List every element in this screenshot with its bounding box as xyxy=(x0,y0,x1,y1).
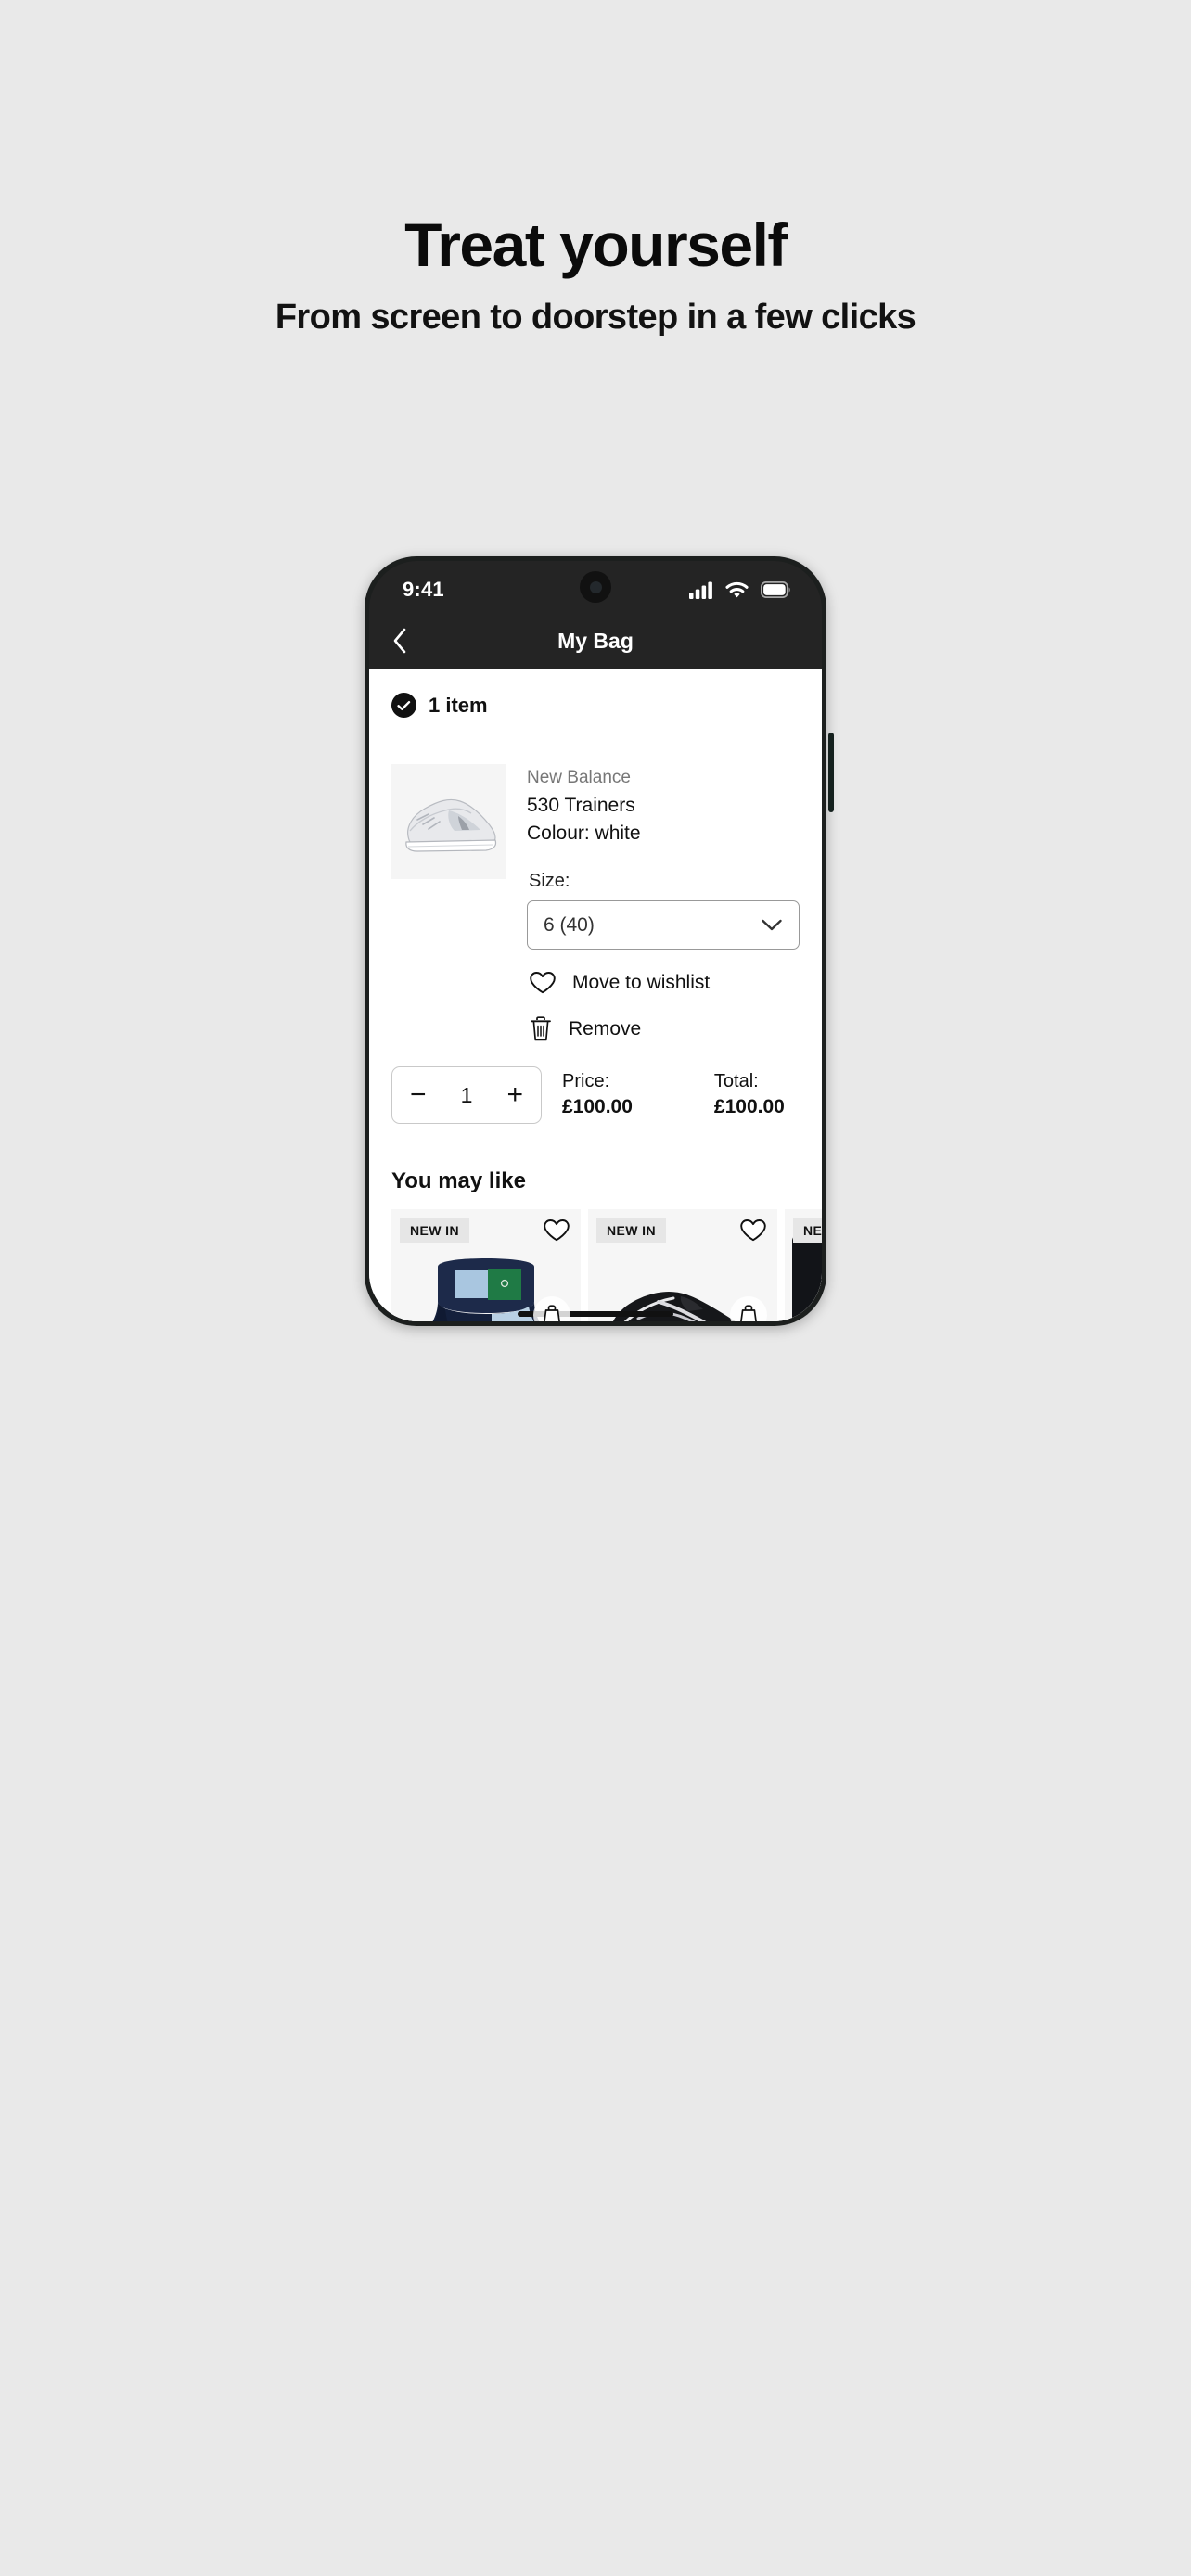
heart-icon xyxy=(544,1219,570,1242)
quantity-price-row: − 1 + Price: £100.00 Total: £100.00 xyxy=(369,1042,822,1146)
page-title: Treat yourself xyxy=(404,210,788,279)
move-to-wishlist-label: Move to wishlist xyxy=(572,972,711,993)
trash-icon xyxy=(531,1016,551,1041)
phone-screen: 9:41 My Bag 1 item New Balance 530 Train… xyxy=(369,561,822,1321)
product-thumbnail[interactable] xyxy=(391,764,506,879)
total-block: Total: £100.00 xyxy=(714,1069,785,1120)
product-colour: Colour: white xyxy=(527,823,641,844)
phone-side-button xyxy=(828,733,834,812)
recommendations-title: You may like xyxy=(391,1168,526,1193)
check-circle-icon xyxy=(391,693,416,718)
wifi-icon xyxy=(725,581,749,597)
product-info: New Balance 530 Trainers Colour: white S… xyxy=(527,764,800,1042)
phone-mockup: 9:41 My Bag 1 item New Balance 530 Train… xyxy=(109,556,1082,1326)
card-wishlist-button[interactable] xyxy=(543,1218,570,1247)
promo-banner: Treat yourself From screen to doorstep i… xyxy=(0,0,1191,338)
app-title: My Bag xyxy=(557,628,634,653)
product-brand: New Balance xyxy=(527,768,631,787)
phone-frame: 9:41 My Bag 1 item New Balance 530 Train… xyxy=(365,556,834,1326)
quantity-value: 1 xyxy=(460,1082,473,1107)
price-label: Price: xyxy=(562,1071,610,1092)
card-wishlist-button[interactable] xyxy=(739,1218,767,1247)
remove-button[interactable]: Remove xyxy=(527,1016,800,1042)
camera-notch xyxy=(580,571,611,603)
new-in-badge: NEW IN xyxy=(596,1218,666,1243)
new-balance-shoe-image xyxy=(391,764,506,879)
chevron-left-icon xyxy=(393,628,406,654)
bag-summary: 1 item xyxy=(369,669,822,744)
quantity-decrease-button[interactable]: − xyxy=(410,1081,427,1109)
size-value: 6 (40) xyxy=(544,913,595,936)
new-in-badge: NEW IN xyxy=(793,1218,822,1243)
app-header: My Bag xyxy=(369,613,822,669)
bag-item: New Balance 530 Trainers Colour: white S… xyxy=(369,744,822,1042)
back-button[interactable] xyxy=(390,626,427,656)
battery-icon xyxy=(761,581,790,598)
remove-label: Remove xyxy=(569,1018,642,1039)
recommendation-carousel[interactable]: NEW IN NEW IN NE xyxy=(369,1209,822,1321)
price-value: £100.00 xyxy=(562,1096,633,1118)
chevron-down-icon xyxy=(762,919,782,931)
black-top-image xyxy=(792,1235,822,1321)
quantity-increase-button[interactable]: + xyxy=(506,1081,523,1109)
status-icons xyxy=(689,581,790,599)
bag-icon xyxy=(544,1305,560,1321)
heart-icon xyxy=(740,1219,766,1242)
recommendation-card[interactable]: NEW IN xyxy=(588,1209,777,1321)
status-clock: 9:41 xyxy=(403,578,444,601)
move-to-wishlist-button[interactable]: Move to wishlist xyxy=(527,971,800,995)
total-label: Total: xyxy=(713,1071,759,1092)
cellular-signal-icon xyxy=(689,581,712,599)
heart-icon xyxy=(530,972,556,994)
page-subtitle: From screen to doorstep in a few clicks xyxy=(275,298,916,338)
new-in-badge: NEW IN xyxy=(400,1218,469,1243)
status-bar: 9:41 xyxy=(369,561,822,613)
price-block: Price: £100.00 xyxy=(562,1069,633,1120)
quantity-stepper[interactable]: − 1 + xyxy=(391,1066,542,1124)
bag-item-count: 1 item xyxy=(429,693,488,717)
size-select[interactable]: 6 (40) xyxy=(527,900,800,950)
size-label: Size: xyxy=(529,871,570,891)
product-name: 530 Trainers xyxy=(527,795,635,816)
bag-icon xyxy=(740,1305,757,1321)
recommendation-card[interactable]: NEW IN xyxy=(785,1209,822,1321)
recommendations-section: You may like NEW IN NEW IN NE xyxy=(369,1146,822,1321)
total-value: £100.00 xyxy=(713,1096,785,1118)
bag-screen: 1 item New Balance 530 Trainers Colour: … xyxy=(369,669,822,1321)
recommendation-card[interactable]: NEW IN xyxy=(391,1209,581,1321)
